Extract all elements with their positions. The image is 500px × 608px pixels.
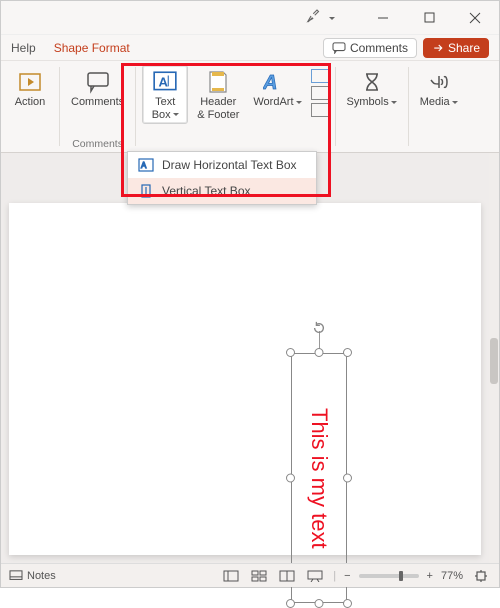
text-box-label: Text Box xyxy=(152,96,179,121)
pen-dropdown-icon[interactable] xyxy=(327,11,335,25)
group-action: Action xyxy=(1,61,59,152)
action-button[interactable]: Action xyxy=(7,65,53,112)
header-footer-label: Header & Footer xyxy=(197,96,239,121)
media-label: Media xyxy=(420,96,458,109)
group-text: A Text Box Header & Footer A WordArt xyxy=(136,61,334,152)
wordart-label: WordArt xyxy=(253,96,301,109)
group-comments-items: Comments Comments xyxy=(60,61,135,152)
resize-handle-tr[interactable] xyxy=(343,348,352,357)
action-icon xyxy=(16,68,44,96)
header-footer-button[interactable]: Header & Footer xyxy=(192,65,244,124)
resize-handle-b[interactable] xyxy=(315,599,324,608)
comments-icon xyxy=(332,42,346,54)
resize-handle-tl[interactable] xyxy=(286,348,295,357)
media-button[interactable]: Media xyxy=(415,65,463,112)
wordart-button[interactable]: A WordArt xyxy=(248,65,306,124)
slideshow-button[interactable] xyxy=(305,568,325,584)
svg-text:A: A xyxy=(263,72,277,94)
resize-handle-l[interactable] xyxy=(286,474,295,483)
share-button[interactable]: Share xyxy=(423,38,489,58)
media-icon xyxy=(425,68,453,96)
horizontal-label: Draw Horizontal Text Box xyxy=(162,158,297,172)
object-icon[interactable] xyxy=(311,103,329,117)
ribbon: Action Comments Comments A Text Box Head… xyxy=(1,61,499,153)
maximize-button[interactable] xyxy=(411,4,447,32)
slide-sorter-button[interactable] xyxy=(249,568,269,584)
vertical-scrollbar[interactable] xyxy=(489,153,499,563)
comments-label: Comments xyxy=(350,41,408,55)
text-box-icon: A xyxy=(151,68,179,96)
notes-button[interactable]: Notes xyxy=(9,570,56,582)
resize-handle-t[interactable] xyxy=(315,348,324,357)
group-comments-label: Comments xyxy=(72,138,123,150)
reading-view-button[interactable] xyxy=(277,568,297,584)
eyedropper-icon[interactable] xyxy=(305,7,323,28)
resize-handle-br[interactable] xyxy=(343,599,352,608)
resize-handle-bl[interactable] xyxy=(286,599,295,608)
symbols-icon xyxy=(358,68,386,96)
header-footer-icon xyxy=(204,68,232,96)
slide[interactable] xyxy=(9,203,481,555)
ribbon-tabs: Help Shape Format Comments Share xyxy=(1,35,499,61)
share-icon xyxy=(432,42,444,54)
draw-horizontal-text-box[interactable]: A Draw Horizontal Text Box xyxy=(128,152,316,178)
vertical-label: Vertical Text Box xyxy=(162,184,251,198)
slide-number-icon[interactable] xyxy=(311,86,329,100)
vertical-text-box[interactable]: Vertical Text Box xyxy=(128,178,316,204)
status-bar: Notes | − + 77% xyxy=(1,563,499,587)
zoom-slider[interactable] xyxy=(359,574,419,578)
resize-handle-r[interactable] xyxy=(343,474,352,483)
text-box-dropdown: A Draw Horizontal Text Box Vertical Text… xyxy=(127,151,317,205)
action-label: Action xyxy=(15,96,46,109)
share-label: Share xyxy=(448,41,480,55)
symbols-button[interactable]: Symbols xyxy=(342,65,402,112)
zoom-in-button[interactable]: + xyxy=(427,570,433,582)
scrollbar-thumb[interactable] xyxy=(490,338,498,384)
zoom-percent[interactable]: 77% xyxy=(441,570,463,582)
insert-comment-button[interactable]: Comments xyxy=(66,65,129,112)
zoom-out-button[interactable]: − xyxy=(344,570,350,582)
tab-help[interactable]: Help xyxy=(11,41,36,55)
symbols-label: Symbols xyxy=(347,96,397,109)
wordart-icon: A xyxy=(263,68,291,96)
title-bar xyxy=(1,1,499,35)
comments-label2: Comments xyxy=(71,96,124,109)
normal-view-button[interactable] xyxy=(221,568,241,584)
close-button[interactable] xyxy=(457,4,493,32)
date-time-icon[interactable] xyxy=(311,69,329,83)
vertical-text-box-icon xyxy=(138,184,154,198)
horizontal-text-box-icon: A xyxy=(138,158,154,172)
text-box-button[interactable]: A Text Box xyxy=(142,65,188,124)
slide-canvas-area: This is my text xyxy=(1,153,499,563)
fit-to-window-button[interactable] xyxy=(471,568,491,584)
rotate-handle[interactable] xyxy=(312,321,326,335)
svg-text:A: A xyxy=(159,74,169,89)
comment-icon xyxy=(84,68,112,96)
comments-button[interactable]: Comments xyxy=(323,38,417,58)
tab-shape-format[interactable]: Shape Format xyxy=(54,41,130,55)
svg-text:A: A xyxy=(141,161,147,170)
notes-icon xyxy=(9,570,23,582)
text-extra-col xyxy=(311,69,329,124)
minimize-button[interactable] xyxy=(365,4,401,32)
